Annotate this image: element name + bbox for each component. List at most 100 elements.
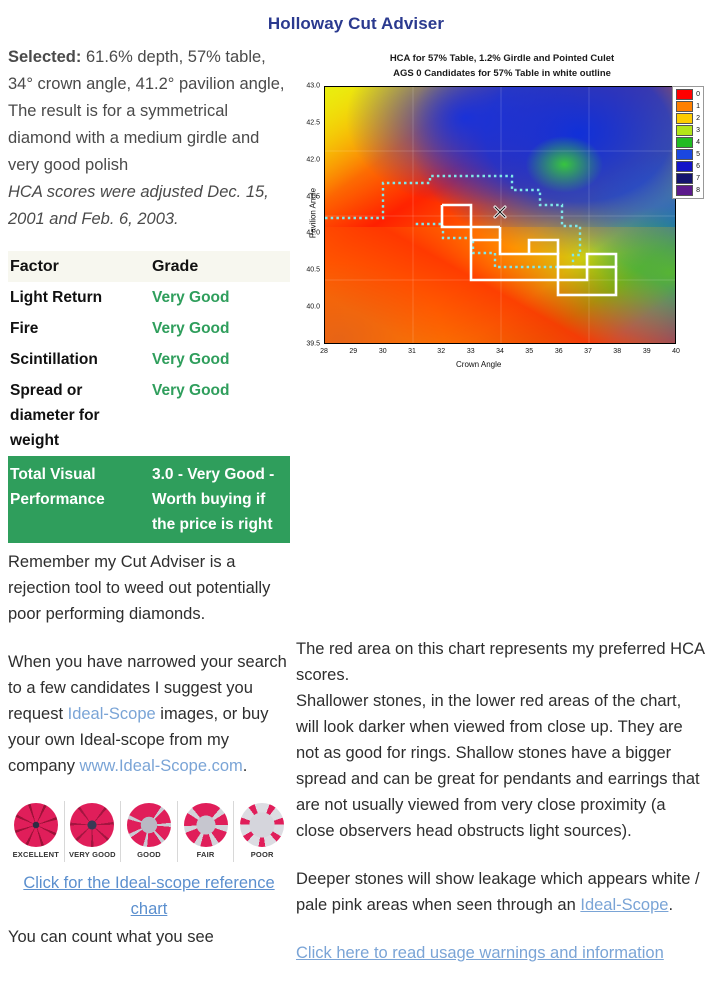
x-tick-33: 33: [466, 348, 475, 355]
right-column: HCA for 57% Table, 1.2% Girdle and Point…: [296, 44, 708, 966]
factor-scintillation: Scintillation: [10, 351, 98, 368]
legend-swatch-0: [676, 89, 694, 100]
legend-swatch-5: [676, 149, 694, 160]
selected-label: Selected:: [8, 48, 82, 66]
legend-swatch-2: [676, 113, 694, 124]
left-column: Selected: 61.6% depth, 57% table, 34° cr…: [8, 44, 290, 950]
x-tick-38: 38: [613, 348, 622, 355]
legend-row-0: 0: [676, 89, 700, 100]
factor-total-visual-performance: Total Visual Performance: [8, 456, 150, 543]
table-row: Spread or diameter for weight Very Good: [8, 375, 290, 456]
x-tick-39: 39: [642, 348, 651, 355]
x-tick-40: 40: [672, 348, 680, 355]
ideal-scope-site-link[interactable]: www.Ideal-Scope.com: [80, 757, 243, 775]
y-tick-42.5: 42.5: [306, 119, 320, 127]
scope-item-excellent[interactable]: EXCELLENT: [8, 801, 65, 862]
diamond-very-good-icon: [70, 803, 115, 847]
usage-warnings-paragraph: Click here to read usage warnings and in…: [296, 940, 708, 966]
chart-subtitle: AGS 0 Candidates for 57% Table in white …: [393, 68, 611, 79]
selected-description: The result is for a symmetrical diamond …: [8, 102, 260, 174]
legend-value-5: 5: [696, 151, 700, 158]
ideal-scope-reference-strip[interactable]: EXCELLENT VERY GOOD GOOD FAIR POOR: [8, 801, 290, 862]
y-tick-40.5: 40.5: [306, 266, 320, 274]
factor-fire: Fire: [10, 320, 39, 337]
scope-label-fair: FAIR: [196, 850, 215, 859]
x-tick-30: 30: [378, 348, 387, 355]
legend-row-2: 2: [676, 113, 700, 124]
red-area-paragraph: The red area on this chart represents my…: [296, 640, 705, 840]
x-tick-32: 32: [437, 348, 446, 355]
y-tick-42.0: 42.0: [306, 156, 320, 164]
legend-swatch-7: [676, 173, 694, 184]
diamond-poor-icon: [240, 803, 285, 847]
y-tick-43.0: 43.0: [306, 82, 320, 90]
legend-row-5: 5: [676, 149, 700, 160]
scope-item-poor[interactable]: POOR: [234, 801, 290, 862]
factor-spread: Spread or diameter for weight: [10, 382, 100, 449]
grade-spread: Very Good: [151, 382, 230, 399]
grade-scintillation: Very Good: [151, 351, 230, 368]
column-header-grade: Grade: [149, 251, 290, 282]
results-table: Factor Grade Light Return Very Good Fire…: [8, 251, 290, 543]
grade-fire: Very Good: [151, 320, 230, 337]
legend-value-6: 6: [696, 163, 700, 170]
legend-value-7: 7: [696, 175, 700, 182]
y-tick-40.0: 40.0: [306, 303, 320, 311]
page-title: Holloway Cut Adviser: [267, 14, 445, 33]
scope-label-poor: POOR: [250, 850, 274, 859]
rejection-tool-paragraph: Remember my Cut Adviser is a rejection t…: [8, 553, 271, 623]
x-tick-37: 37: [584, 348, 592, 355]
narrowed-search-paragraph: When you have narrowed your search to a …: [8, 649, 290, 779]
selected-note: HCA scores were adjusted Dec. 15, 2001 a…: [8, 183, 269, 228]
grade-total-visual-performance: 3.0 - Very Good - Worth buying if the pr…: [149, 456, 290, 543]
y-tick-39.5: 39.5: [306, 340, 320, 348]
legend-value-0: 0: [696, 91, 700, 98]
table-row: Fire Very Good: [8, 313, 290, 344]
diamond-fair-icon: [183, 803, 228, 847]
ideal-scope-link[interactable]: Ideal-Scope: [68, 705, 156, 723]
table-row-total: Total Visual Performance 3.0 - Very Good…: [8, 456, 290, 543]
factor-light-return: Light Return: [10, 289, 103, 306]
diamond-good-icon: [126, 803, 171, 847]
x-tick-36: 36: [554, 348, 563, 355]
table-header-row: Factor Grade: [8, 251, 290, 282]
legend-value-2: 2: [696, 115, 700, 122]
legend-swatch-4: [676, 137, 694, 148]
x-axis-label: Crown Angle: [456, 360, 502, 369]
ideal-scope-reference-chart-link[interactable]: Click for the Ideal-scope reference char…: [23, 874, 274, 918]
plot-area[interactable]: [324, 86, 676, 344]
deeper-stones-text-post: .: [668, 896, 674, 914]
x-tick-35: 35: [525, 348, 534, 355]
scope-label-good: GOOD: [137, 850, 161, 859]
deeper-stones-paragraph: Deeper stones will show leakage which ap…: [296, 866, 708, 918]
table-row: Scintillation Very Good: [8, 344, 290, 375]
legend-swatch-3: [676, 125, 694, 136]
legend-row-3: 3: [676, 125, 700, 136]
x-tick-34: 34: [496, 348, 504, 355]
diamond-excellent-icon: [13, 803, 58, 847]
narrowed-search-text-post: .: [242, 757, 248, 775]
column-header-factor: Factor: [8, 251, 150, 282]
scope-item-fair[interactable]: FAIR: [178, 801, 235, 862]
usage-warnings-link[interactable]: Click here to read usage warnings and in…: [296, 944, 664, 962]
ideal-scope-reference-cta: Click for the Ideal-scope reference char…: [8, 870, 290, 922]
legend-row-7: 7: [676, 173, 700, 184]
grade-light-return: Very Good: [151, 289, 230, 306]
legend-swatch-6: [676, 161, 694, 172]
right-column-spacer: [296, 378, 708, 636]
ideal-scope-link-right[interactable]: Ideal-Scope: [580, 896, 668, 914]
plot-outer: 43.0 42.5 42.0 41.5 41.0 40.5 40.0 39.5 …: [306, 83, 680, 356]
y-axis-label: Pavilion Angle: [308, 187, 318, 239]
scope-label-excellent: EXCELLENT: [12, 850, 59, 859]
hca-chart[interactable]: HCA for 57% Table, 1.2% Girdle and Point…: [296, 48, 708, 378]
chart-legend: 0 1 2 3 4 5 6 7 8: [672, 86, 704, 199]
scope-item-good[interactable]: GOOD: [121, 801, 178, 862]
scope-item-very-good[interactable]: VERY GOOD: [65, 801, 122, 862]
x-tick-31: 31: [408, 348, 416, 355]
legend-row-1: 1: [676, 101, 700, 112]
heatmap-surface: [325, 87, 675, 343]
x-tick-29: 29: [349, 348, 358, 355]
legend-row-4: 4: [676, 137, 700, 148]
scope-label-very-good: VERY GOOD: [68, 850, 116, 859]
legend-value-1: 1: [696, 103, 700, 110]
